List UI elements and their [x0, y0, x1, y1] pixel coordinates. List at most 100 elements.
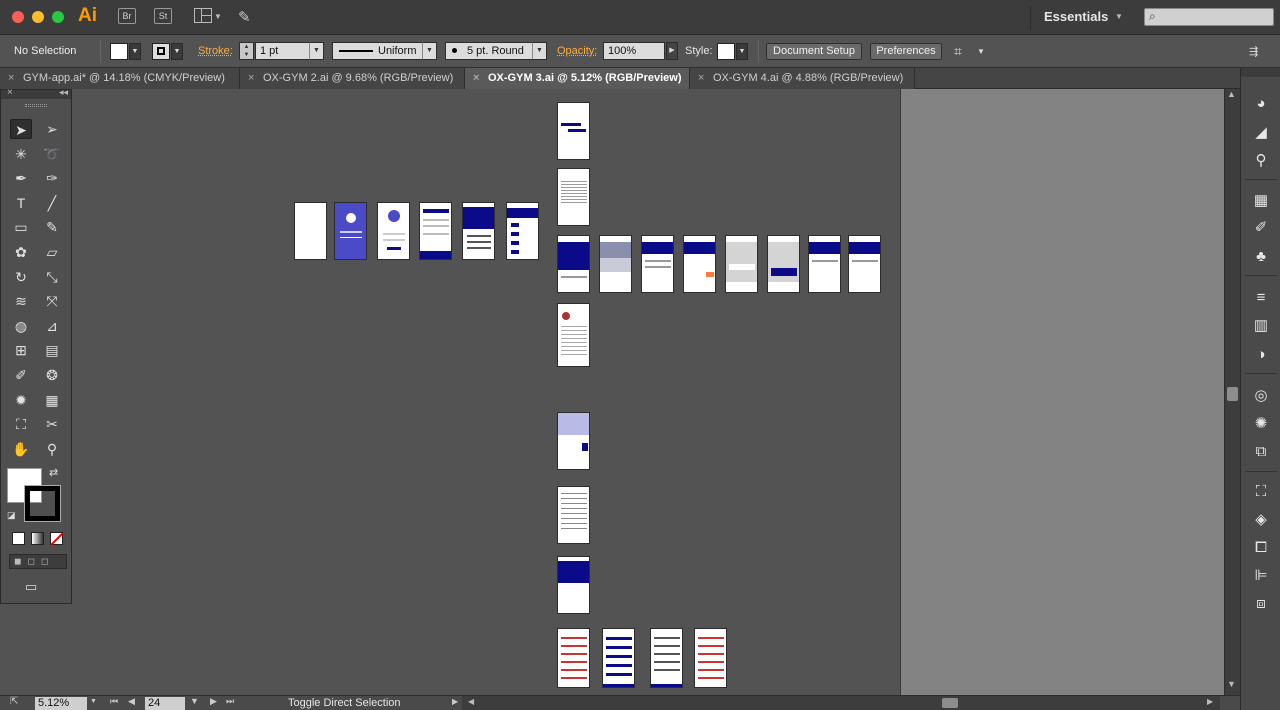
opacity-slider-button[interactable]: ▶ [666, 42, 678, 60]
layers-icon[interactable]: ◈ [1251, 510, 1271, 530]
stroke-dropdown[interactable]: ▼ [171, 43, 183, 60]
window-close-button[interactable] [12, 11, 24, 23]
color-mode-button[interactable] [12, 532, 25, 545]
window-minimize-button[interactable] [32, 11, 44, 23]
swap-fill-stroke-icon[interactable]: ⇄ [49, 466, 58, 479]
appearance-icon[interactable]: ◎ [1251, 386, 1271, 406]
stroke-weight-stepper[interactable]: ▲ ▼ [239, 42, 254, 60]
stroke-color-box[interactable] [24, 485, 61, 522]
close-icon[interactable]: × [8, 68, 14, 89]
artboard[interactable] [506, 202, 539, 260]
pathfinder-icon[interactable]: ⧈ [1251, 594, 1271, 614]
next-artboard-icon[interactable]: ▶ [210, 696, 217, 707]
chevron-down-icon[interactable]: ▼ [977, 47, 985, 56]
tab-ox-gym-3[interactable]: × OX-GYM 3.ai @ 5.12% (RGB/Preview) [465, 68, 690, 89]
status-menu-icon[interactable]: ▶ [452, 697, 458, 706]
stroke-weight-dropdown[interactable]: ▼ [309, 42, 324, 60]
color-themes-icon[interactable]: ⚲ [1251, 151, 1271, 171]
rotate-tool-icon[interactable]: ↻ [10, 267, 32, 287]
eyedropper-tool-icon[interactable]: ✐ [10, 365, 32, 385]
graphic-style-dropdown[interactable]: ▼ [736, 43, 748, 60]
previous-artboard-icon[interactable]: ◀ [128, 696, 135, 707]
curvature-tool-icon[interactable]: ✑ [41, 168, 63, 188]
blend-tool-icon[interactable]: ❂ [41, 365, 63, 385]
artboard[interactable] [334, 202, 367, 260]
scroll-left-icon[interactable]: ◀ [468, 697, 474, 706]
graphic-style-swatch[interactable] [717, 43, 735, 60]
tab-ox-gym-2[interactable]: × OX-GYM 2.ai @ 9.68% (RGB/Preview) [240, 68, 465, 89]
stock-button[interactable]: St [154, 8, 172, 24]
document-setup-button[interactable]: Document Setup [766, 43, 862, 60]
align-panel-icon[interactable]: ⊫ [1251, 566, 1271, 586]
none-mode-button[interactable] [50, 532, 63, 545]
transparency-icon[interactable]: ◑ [1251, 345, 1271, 365]
lasso-tool-icon[interactable]: ➰ [41, 144, 63, 164]
stroke-swatch[interactable] [152, 43, 170, 60]
mesh-tool-icon[interactable]: ⊞ [10, 340, 32, 360]
artboard[interactable] [294, 202, 327, 260]
asset-export-icon[interactable]: ⧉ [1251, 442, 1271, 462]
tab-ox-gym-4[interactable]: × OX-GYM 4.ai @ 4.88% (RGB/Preview) [690, 68, 915, 89]
eraser-tool-icon[interactable]: ▱ [41, 242, 63, 262]
artboard[interactable] [419, 202, 452, 260]
hand-tool-icon[interactable]: ✋ [10, 439, 32, 459]
artboard[interactable] [557, 102, 590, 160]
gradient-panel-icon[interactable]: ▥ [1251, 316, 1271, 336]
panel-header[interactable] [1241, 68, 1280, 77]
slice-tool-icon[interactable]: ✂ [41, 414, 63, 434]
artboard[interactable] [848, 235, 881, 293]
artboard[interactable] [641, 235, 674, 293]
artboard[interactable] [557, 486, 590, 544]
artboard[interactable] [767, 235, 800, 293]
vertical-scrollbar[interactable]: ▲ ▼ [1224, 89, 1240, 695]
scale-tool-icon[interactable]: ⤡ [41, 267, 63, 287]
selection-tool-icon[interactable]: ➤ [10, 119, 32, 139]
close-icon[interactable]: × [248, 68, 254, 89]
artboard[interactable] [377, 202, 410, 260]
paintbrush-tool-icon[interactable]: ✎ [41, 217, 63, 237]
brush-dropdown[interactable]: ▼ [532, 42, 547, 60]
artboard[interactable] [725, 235, 758, 293]
color-guide-icon[interactable]: ◢ [1251, 123, 1271, 143]
fill-dropdown[interactable]: ▼ [129, 43, 141, 60]
brush-definition[interactable]: 5 pt. Round [445, 42, 533, 60]
magic-wand-tool-icon[interactable]: ✳ [10, 144, 32, 164]
scroll-thumb[interactable] [1227, 387, 1238, 401]
perspective-grid-tool-icon[interactable]: ⊿ [41, 316, 63, 336]
brushes-icon[interactable]: ✐ [1251, 218, 1271, 238]
window-zoom-button[interactable] [52, 11, 64, 23]
scroll-right-icon[interactable]: ▶ [1207, 697, 1213, 706]
artboard-tool-icon[interactable]: ⛶ [10, 414, 32, 434]
column-graph-tool-icon[interactable]: ▦ [41, 390, 63, 410]
profile-dropdown[interactable]: ▼ [422, 42, 437, 60]
opacity-field[interactable]: 100% [603, 42, 665, 60]
panel-header[interactable]: × ◂◂ [1, 87, 71, 99]
share-icon[interactable]: ⇱ [10, 696, 18, 707]
arrange-documents-icon[interactable] [194, 8, 212, 23]
gradient-tool-icon[interactable]: ▤ [41, 340, 63, 360]
scroll-thumb[interactable] [942, 698, 958, 708]
rectangle-tool-icon[interactable]: ▭ [10, 217, 32, 237]
align-icon[interactable]: ⌗ [954, 43, 962, 60]
chevron-down-icon[interactable]: ▼ [1115, 12, 1123, 21]
symbols-icon[interactable]: ♣ [1251, 247, 1271, 267]
type-tool-icon[interactable]: T [10, 193, 32, 213]
draw-mode-buttons[interactable]: ◼◻◻ [9, 554, 67, 569]
artboard[interactable] [557, 628, 590, 688]
artboards-icon[interactable]: ⛶ [1251, 482, 1271, 502]
bridge-button[interactable]: Br [118, 8, 136, 24]
opacity-link[interactable]: Opacity: [557, 45, 597, 57]
swatches-icon[interactable]: ▦ [1251, 191, 1271, 211]
tab-gym-app[interactable]: × GYM-app.ai* @ 14.18% (CMYK/Preview) [0, 68, 240, 89]
artboard-number-field[interactable]: 24 [145, 697, 185, 710]
close-icon[interactable]: × [473, 68, 479, 89]
artboard[interactable] [557, 556, 590, 614]
shaper-tool-icon[interactable]: ✿ [10, 242, 32, 262]
zoom-tool-icon[interactable]: ⚲ [41, 439, 63, 459]
collapse-icon[interactable]: ◂◂ [59, 87, 68, 98]
stroke-panel-icon[interactable]: ≡ [1251, 288, 1271, 308]
stroke-link[interactable]: Stroke: [198, 45, 233, 57]
screen-mode-icon[interactable]: ▭ [25, 579, 37, 595]
width-tool-icon[interactable]: ≋ [10, 291, 32, 311]
default-fill-stroke-icon[interactable]: ◪ [7, 510, 16, 521]
